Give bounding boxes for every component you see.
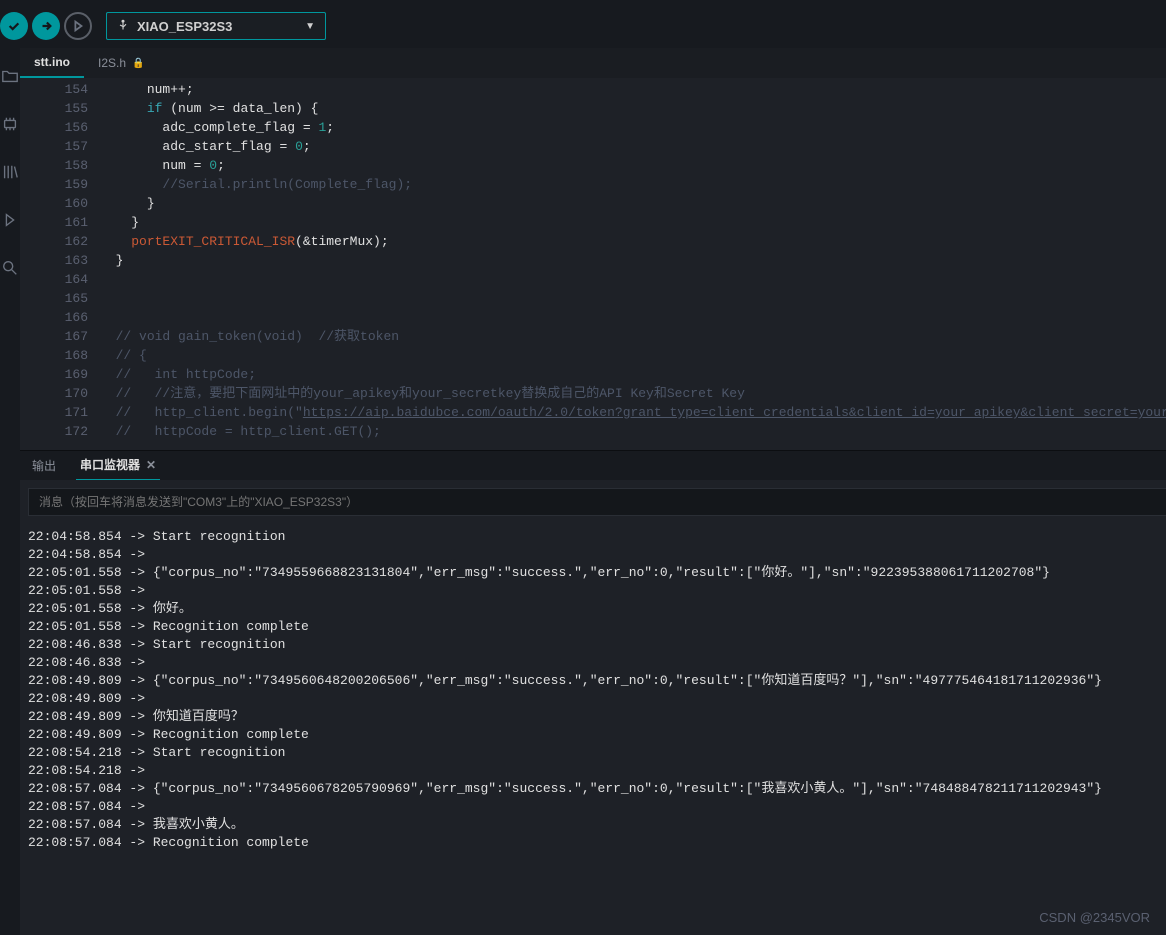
watermark: CSDN @2345VOR xyxy=(1039,910,1150,925)
bottom-panel-tabs: 输出 串口监视器 ✕ xyxy=(20,450,1166,480)
board-label: XIAO_ESP32S3 xyxy=(137,19,232,34)
serial-monitor-panel: 22:04:58.854 -> Start recognition22:04:5… xyxy=(20,480,1166,935)
sidebar xyxy=(0,48,20,935)
upload-button[interactable] xyxy=(32,12,60,40)
board-selector[interactable]: XIAO_ESP32S3 ▼ xyxy=(106,12,326,40)
chevron-down-icon: ▼ xyxy=(305,21,315,32)
board-icon[interactable] xyxy=(0,114,20,134)
usb-icon xyxy=(117,19,129,34)
verify-button[interactable] xyxy=(0,12,28,40)
close-icon[interactable]: ✕ xyxy=(146,458,156,472)
code-editor[interactable]: 1541551561571581591601611621631641651661… xyxy=(20,78,1166,450)
tab-output[interactable]: 输出 xyxy=(28,451,60,480)
toolbar: XIAO_ESP32S3 ▼ xyxy=(0,4,1166,48)
search-icon[interactable] xyxy=(0,258,20,278)
serial-output[interactable]: 22:04:58.854 -> Start recognition22:04:5… xyxy=(20,524,1166,935)
lock-icon: 🔒 xyxy=(132,58,144,69)
debug-button[interactable] xyxy=(64,12,92,40)
library-icon[interactable] xyxy=(0,162,20,182)
editor-tabs: stt.ino I2S.h 🔒 xyxy=(20,48,1166,78)
debug-icon[interactable] xyxy=(0,210,20,230)
tab-serial-monitor[interactable]: 串口监视器 ✕ xyxy=(76,450,160,481)
code-area[interactable]: num++; if (num >= data_len) { adc_comple… xyxy=(100,78,1166,450)
folder-icon[interactable] xyxy=(0,66,20,86)
tab-i2s-h[interactable]: I2S.h 🔒 xyxy=(84,48,158,78)
tab-stt-ino[interactable]: stt.ino xyxy=(20,48,84,78)
line-numbers: 1541551561571581591601611621631641651661… xyxy=(20,78,100,450)
serial-input[interactable] xyxy=(28,488,1166,516)
